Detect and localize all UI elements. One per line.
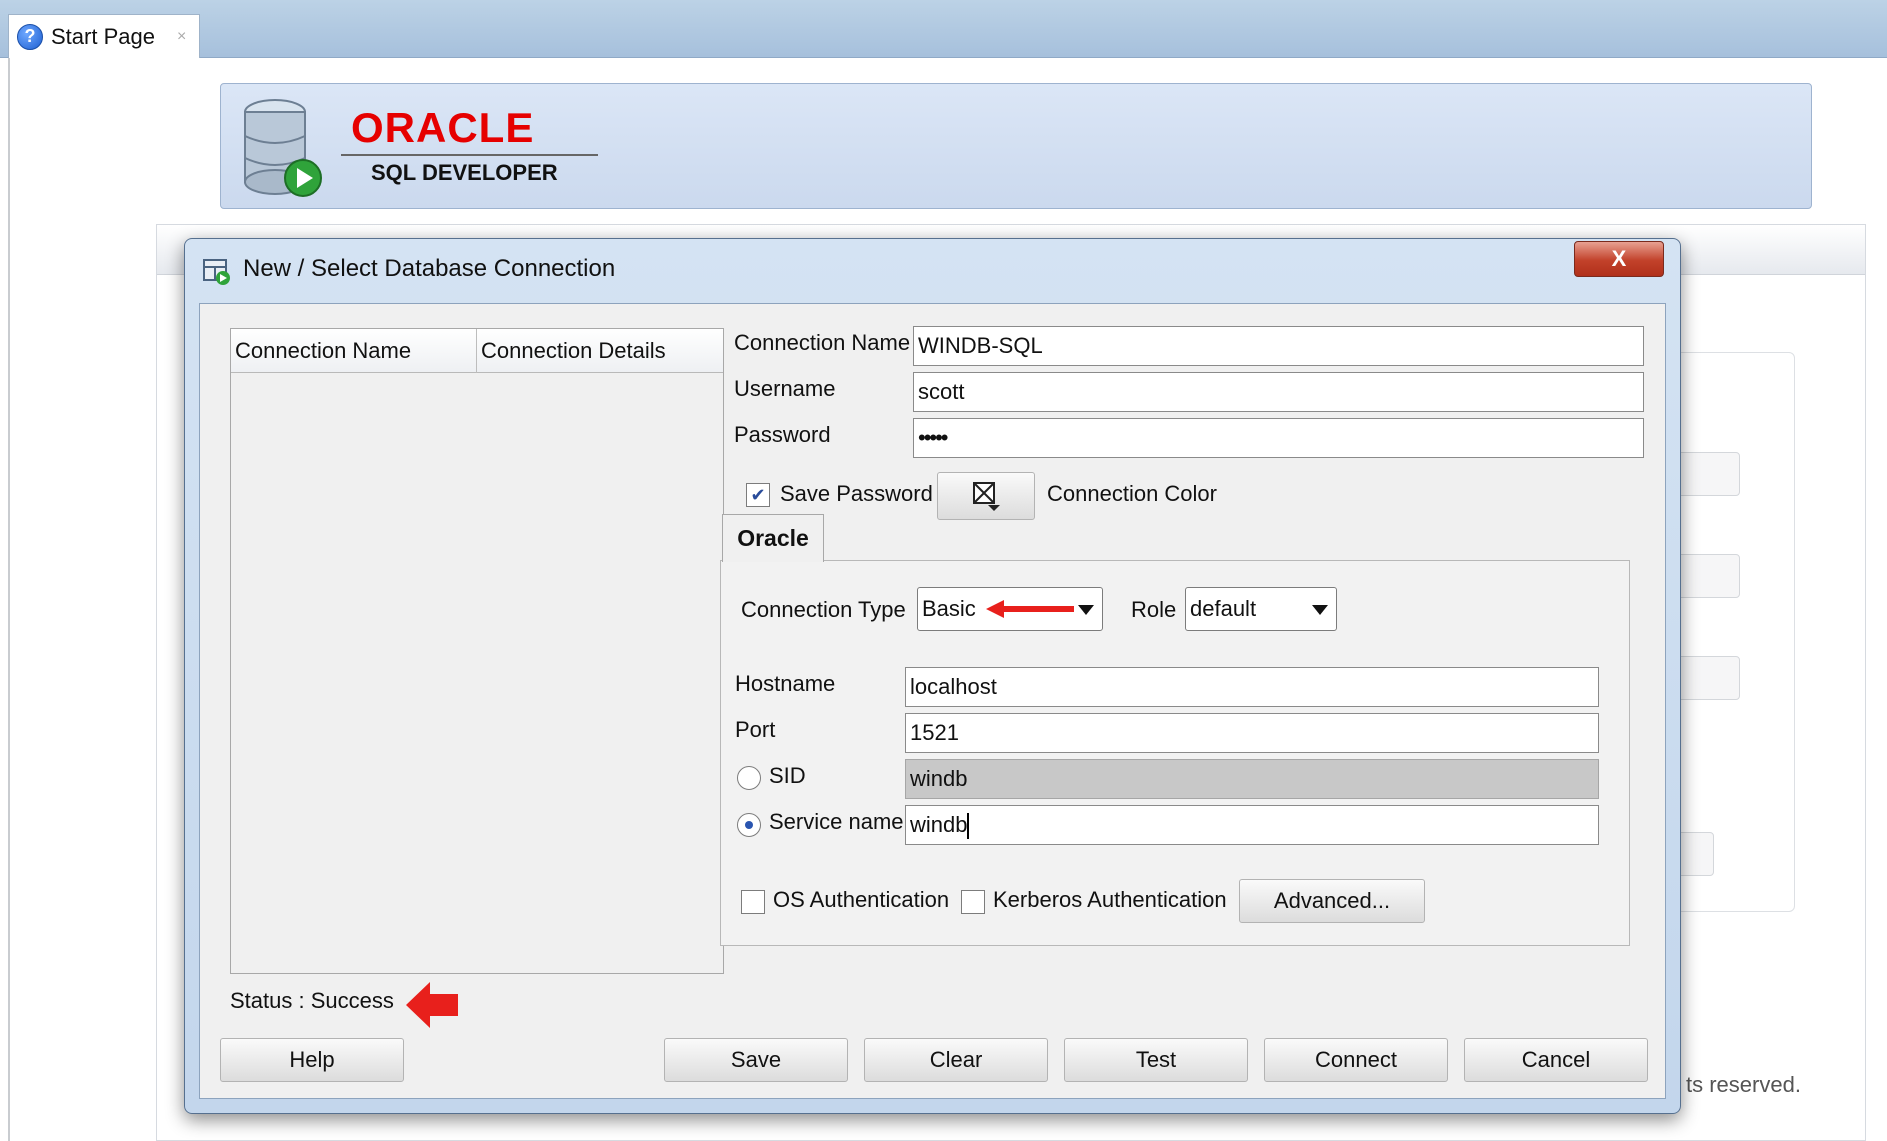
connection-color-label: Connection Color	[1047, 481, 1217, 506]
port-label: Port	[735, 717, 776, 742]
hostname-label: Hostname	[735, 671, 836, 696]
password-label: Password	[734, 422, 831, 447]
oracle-logo-text: ORACLE	[351, 104, 535, 151]
logo-divider	[341, 154, 598, 156]
start-page-banner: ORACLE SQL DEVELOPER	[220, 83, 1812, 209]
tab-label: Start Page	[51, 23, 155, 49]
tab-close-icon[interactable]: ×	[177, 28, 186, 46]
new-connection-dialog: New / Select Database Connection X Conne…	[184, 238, 1681, 1114]
clear-button[interactable]: Clear	[864, 1038, 1048, 1082]
connection-name-label: Connection Name	[734, 330, 911, 355]
kerberos-authentication-checkbox[interactable]	[961, 890, 985, 914]
connection-color-button[interactable]	[937, 472, 1035, 520]
connection-type-label: Connection Type	[741, 597, 906, 622]
status-text: Status : Success	[230, 988, 394, 1013]
connection-type-dropdown[interactable]: Basic	[917, 587, 1103, 631]
save-button[interactable]: Save	[664, 1038, 848, 1082]
cancel-button[interactable]: Cancel	[1464, 1038, 1648, 1082]
sid-label: SID	[769, 763, 806, 788]
test-button[interactable]: Test	[1064, 1038, 1248, 1082]
connection-name-field[interactable]: WINDB-SQL	[913, 326, 1644, 366]
copyright-text: ts reserved.	[1686, 1072, 1801, 1097]
username-label: Username	[734, 376, 836, 401]
service-name-value: windb	[910, 812, 968, 837]
dialog-body: Connection Name Connection Details Statu…	[199, 303, 1666, 1099]
product-name: SQL DEVELOPER	[371, 160, 558, 185]
tab-start-page[interactable]: ? Start Page ×	[8, 14, 200, 58]
connection-icon	[203, 259, 230, 285]
color-picker-icon	[973, 482, 1000, 511]
text-cursor	[967, 813, 970, 840]
connect-button[interactable]: Connect	[1264, 1038, 1448, 1082]
port-field[interactable]: 1521	[905, 713, 1599, 753]
help-icon: ?	[17, 23, 43, 50]
chevron-down-icon	[1078, 605, 1094, 615]
service-name-field[interactable]: windb	[905, 805, 1599, 845]
kerberos-authentication-label: Kerberos Authentication	[993, 887, 1227, 912]
database-icon	[244, 99, 322, 197]
os-authentication-checkbox[interactable]	[741, 890, 765, 914]
service-name-label: Service name	[769, 809, 904, 834]
save-password-checkbox[interactable]: ✔	[746, 483, 770, 507]
sid-radio[interactable]	[737, 766, 761, 790]
help-button[interactable]: Help	[220, 1038, 404, 1082]
close-button[interactable]: X	[1574, 241, 1664, 277]
left-border	[8, 58, 10, 1141]
advanced-button[interactable]: Advanced...	[1239, 879, 1425, 923]
annotation-arrow-icon	[986, 600, 1074, 618]
role-label: Role	[1131, 597, 1177, 622]
editor-tab-strip: ? Start Page ×	[0, 0, 1887, 58]
dialog-title: New / Select Database Connection	[243, 255, 616, 282]
checkmark-icon: ✔	[750, 484, 766, 505]
connection-type-value: Basic	[922, 596, 976, 621]
os-authentication-label: OS Authentication	[773, 887, 950, 912]
chevron-down-icon	[1312, 605, 1328, 615]
tab-oracle[interactable]: Oracle	[722, 514, 824, 562]
connection-list-header: Connection Name Connection Details	[231, 329, 723, 373]
oracle-tab-panel: Connection Type Basic Role default Hostn…	[720, 560, 1630, 946]
annotation-arrow-icon	[406, 982, 458, 1028]
hostname-field[interactable]: localhost	[905, 667, 1599, 707]
connection-list[interactable]: Connection Name Connection Details	[230, 328, 724, 974]
column-header-connection-details[interactable]: Connection Details	[477, 329, 723, 373]
role-dropdown[interactable]: default	[1185, 587, 1337, 631]
sid-field: windb	[905, 759, 1599, 799]
username-field[interactable]: scott	[913, 372, 1644, 412]
save-password-label: Save Password	[780, 481, 933, 506]
service-name-radio[interactable]	[737, 813, 761, 837]
column-header-connection-name[interactable]: Connection Name	[231, 329, 477, 373]
role-value: default	[1190, 596, 1257, 621]
password-field[interactable]: •••••	[913, 418, 1644, 458]
